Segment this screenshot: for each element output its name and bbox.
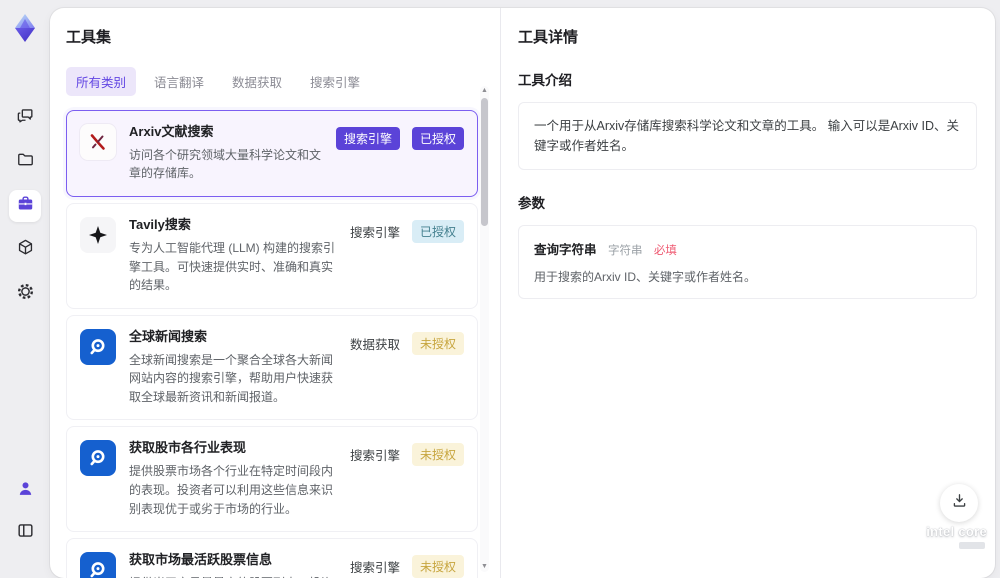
tool-name: 获取股市各行业表现 xyxy=(129,440,247,456)
category-tabs: 所有类别 语言翻译 数据获取 搜索引擎 xyxy=(66,67,478,96)
app-logo xyxy=(10,12,40,44)
tool-description: 访问各个研究领域大量科学论文和文章的存储库。 xyxy=(129,147,322,181)
tool-text: 获取市场最活跃股票信息 提供当天交易量最高的股票列表，投资者可以利用这些信息来识… xyxy=(116,552,350,578)
tool-card[interactable]: 获取市场最活跃股票信息 提供当天交易量最高的股票列表，投资者可以利用这些信息来识… xyxy=(66,538,478,578)
tool-name: 获取市场最活跃股票信息 xyxy=(129,552,273,568)
folder-icon xyxy=(16,150,35,174)
tool-text: 获取股市各行业表现 提供股票市场各个行业在特定时间段内的表现。投资者可以利用这些… xyxy=(116,440,350,518)
tool-description: 提供当天交易量最高的股票列表，投资者可以利用这些信息来识别流动性强的股票和潜在的… xyxy=(129,574,342,578)
params-heading: 参数 xyxy=(518,196,545,211)
tools-list-panel: 工具集 所有类别 语言翻译 数据获取 搜索引擎 Arxiv文献搜索 访问各个研究领域大… xyxy=(50,8,501,578)
tool-card[interactable]: Arxiv文献搜索 访问各个研究领域大量科学论文和文章的存储库。 搜索引擎 已授… xyxy=(66,110,478,198)
tool-card[interactable]: 获取股市各行业表现 提供股票市场各个行业在特定时间段内的表现。投资者可以利用这些… xyxy=(66,426,478,533)
left-sidebar xyxy=(0,0,50,563)
tool-card[interactable]: Tavily搜索 专为人工智能代理 (LLM) 构建的搜索引擎工具。可快速提供实… xyxy=(66,203,478,309)
param-name: 查询字符串 xyxy=(534,243,597,257)
scrollbar-up-arrow[interactable]: ▲ xyxy=(480,87,489,95)
tool-detail-panel: 工具详情 工具介绍 一个用于从Arxiv存储库搜索科学论文和文章的工具。 输入可… xyxy=(502,8,995,578)
category-tab[interactable]: 数据获取 xyxy=(222,67,292,96)
tool-list: Arxiv文献搜索 访问各个研究领域大量科学论文和文章的存储库。 搜索引擎 已授… xyxy=(66,110,478,578)
tool-auth-badge: 未授权 xyxy=(411,555,464,578)
tool-category-badge: 搜索引擎 xyxy=(349,561,400,576)
tool-meta: 搜索引擎 已授权 xyxy=(335,124,464,150)
detail-title: 工具详情 xyxy=(518,29,579,46)
intel-core-logo: intel core xyxy=(926,524,987,549)
tool-description: 专为人工智能代理 (LLM) 构建的搜索引擎工具。可快速提供实时、准确和真实的结… xyxy=(129,240,336,293)
tool-text: Arxiv文献搜索 访问各个研究领域大量科学论文和文章的存储库。 xyxy=(116,124,336,183)
sidebar-item-toolbox[interactable] xyxy=(9,190,41,222)
param-box: 查询字符串 字符串 必填 用于搜索的Arxiv ID、关键字或作者姓名。 xyxy=(518,225,977,299)
user-icon xyxy=(16,479,35,503)
tool-meta: 数据获取 未授权 xyxy=(350,329,464,355)
star-icon xyxy=(80,217,116,254)
tool-category-badge: 搜索引擎 xyxy=(349,449,400,464)
tool-name: 全球新闻搜索 xyxy=(129,328,208,344)
bluesearch-icon xyxy=(80,440,116,477)
intro-heading: 工具介绍 xyxy=(518,73,572,88)
cube-icon xyxy=(16,238,35,262)
download-button[interactable] xyxy=(940,484,978,522)
list-scrollbar[interactable]: ▲ ▼ xyxy=(480,86,489,572)
chat-icon xyxy=(16,106,35,130)
tool-category-badge: 数据获取 xyxy=(349,337,400,352)
tool-description: 提供股票市场各个行业在特定时间段内的表现。投资者可以利用这些信息来识别表现优于或… xyxy=(129,464,334,516)
scrollbar-down-arrow[interactable]: ▼ xyxy=(480,563,489,571)
param-header: 查询字符串 字符串 必填 xyxy=(534,239,961,259)
briefcase-icon xyxy=(16,194,35,218)
tool-meta: 搜索引擎 未授权 xyxy=(350,552,464,578)
param-required-badge: 必填 xyxy=(653,245,677,257)
tool-auth-badge: 已授权 xyxy=(411,127,464,150)
download-icon xyxy=(951,492,968,514)
intro-text: 一个用于从Arxiv存储库搜索科学论文和文章的工具。 输入可以是Arxiv ID… xyxy=(534,119,960,153)
sidebar-item-models[interactable] xyxy=(9,234,41,266)
app-window: 工具集 所有类别 语言翻译 数据获取 搜索引擎 Arxiv文献搜索 访问各个研究领域大… xyxy=(50,8,995,578)
gear-icon xyxy=(16,282,35,306)
arxiv-icon xyxy=(80,124,116,160)
brand-badge xyxy=(959,542,985,549)
param-description: 用于搜索的Arxiv ID、关键字或作者姓名。 xyxy=(534,270,757,284)
panel-toggle-icon xyxy=(16,521,35,545)
page-title: 工具集 xyxy=(66,29,112,46)
sidebar-item-files[interactable] xyxy=(9,146,41,178)
sidebar-item-account[interactable] xyxy=(9,475,41,507)
tool-text: Tavily搜索 专为人工智能代理 (LLM) 构建的搜索引擎工具。可快速提供实… xyxy=(116,217,350,295)
tool-meta: 搜索引擎 未授权 xyxy=(349,440,464,467)
sidebar-item-panel-toggle[interactable] xyxy=(9,517,41,549)
tool-card[interactable]: 全球新闻搜索 全球新闻搜索是一个聚合全球各大新闻网站内容的搜索引擎，帮助用户快速… xyxy=(66,314,478,421)
bluesearch-icon xyxy=(80,328,116,365)
tool-text: 全球新闻搜索 全球新闻搜索是一个聚合全球各大新闻网站内容的搜索引擎，帮助用户快速… xyxy=(116,329,350,407)
bluesearch-icon xyxy=(80,552,116,578)
tool-name: Tavily搜索 xyxy=(129,217,191,233)
brand-text: intel core xyxy=(926,524,987,539)
sidebar-item-chat[interactable] xyxy=(9,102,41,134)
tool-meta: 搜索引擎 已授权 xyxy=(349,217,464,244)
tool-auth-badge: 未授权 xyxy=(411,331,464,355)
category-tab[interactable]: 语言翻译 xyxy=(144,67,214,96)
sidebar-item-settings[interactable] xyxy=(9,278,41,310)
tool-name: Arxiv文献搜索 xyxy=(129,124,214,139)
category-tab[interactable]: 搜索引擎 xyxy=(300,67,370,96)
tool-category-badge: 搜索引擎 xyxy=(349,226,400,241)
param-type: 字符串 xyxy=(607,245,643,257)
tool-auth-badge: 未授权 xyxy=(411,443,464,467)
intro-box: 一个用于从Arxiv存储库搜索科学论文和文章的工具。 输入可以是Arxiv ID… xyxy=(518,102,977,170)
scrollbar-thumb[interactable] xyxy=(481,98,488,226)
tool-description: 全球新闻搜索是一个聚合全球各大新闻网站内容的搜索引擎，帮助用户快速获取全球最新资… xyxy=(129,352,334,404)
tool-auth-badge: 已授权 xyxy=(411,220,464,244)
tool-category-badge: 搜索引擎 xyxy=(335,127,400,150)
category-tab[interactable]: 所有类别 xyxy=(66,67,137,96)
